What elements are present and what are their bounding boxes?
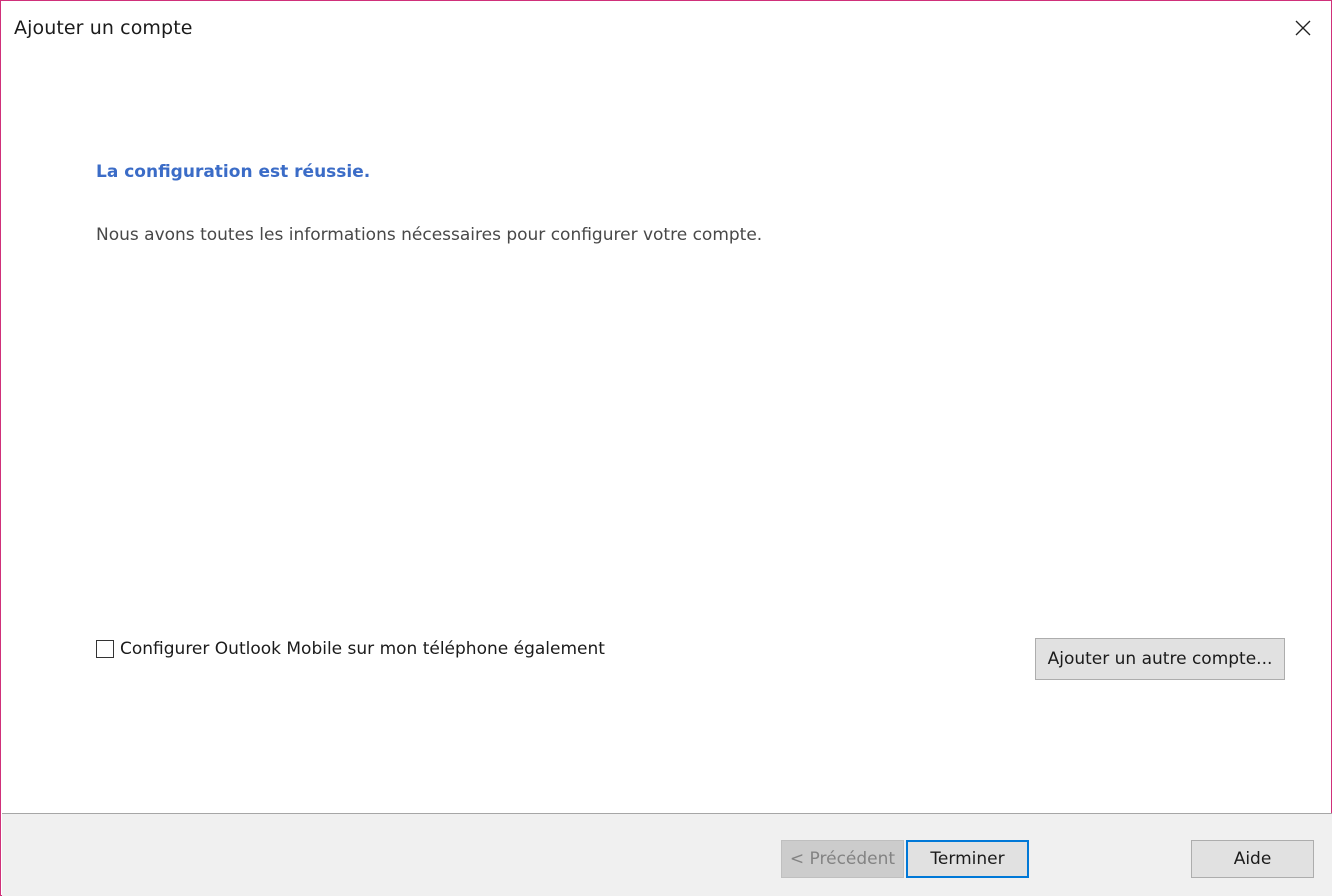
add-account-dialog: Ajouter un compte La configuration est r… <box>0 0 1332 896</box>
dialog-title: Ajouter un compte <box>14 17 193 39</box>
finish-button[interactable]: Terminer <box>906 840 1029 878</box>
success-heading: La configuration est réussie. <box>96 162 371 182</box>
previous-button[interactable]: < Précédent <box>781 840 904 878</box>
mobile-setup-option[interactable]: Configurer Outlook Mobile sur mon téléph… <box>96 637 605 661</box>
add-another-account-button[interactable]: Ajouter un autre compte... <box>1035 638 1285 680</box>
help-button[interactable]: Aide <box>1191 840 1314 878</box>
mobile-setup-label[interactable]: Configurer Outlook Mobile sur mon téléph… <box>120 639 605 659</box>
dialog-footer <box>2 813 1332 896</box>
mobile-setup-checkbox[interactable] <box>96 640 114 658</box>
success-message: Nous avons toutes les informations néces… <box>96 225 763 245</box>
close-icon[interactable] <box>1287 12 1319 44</box>
